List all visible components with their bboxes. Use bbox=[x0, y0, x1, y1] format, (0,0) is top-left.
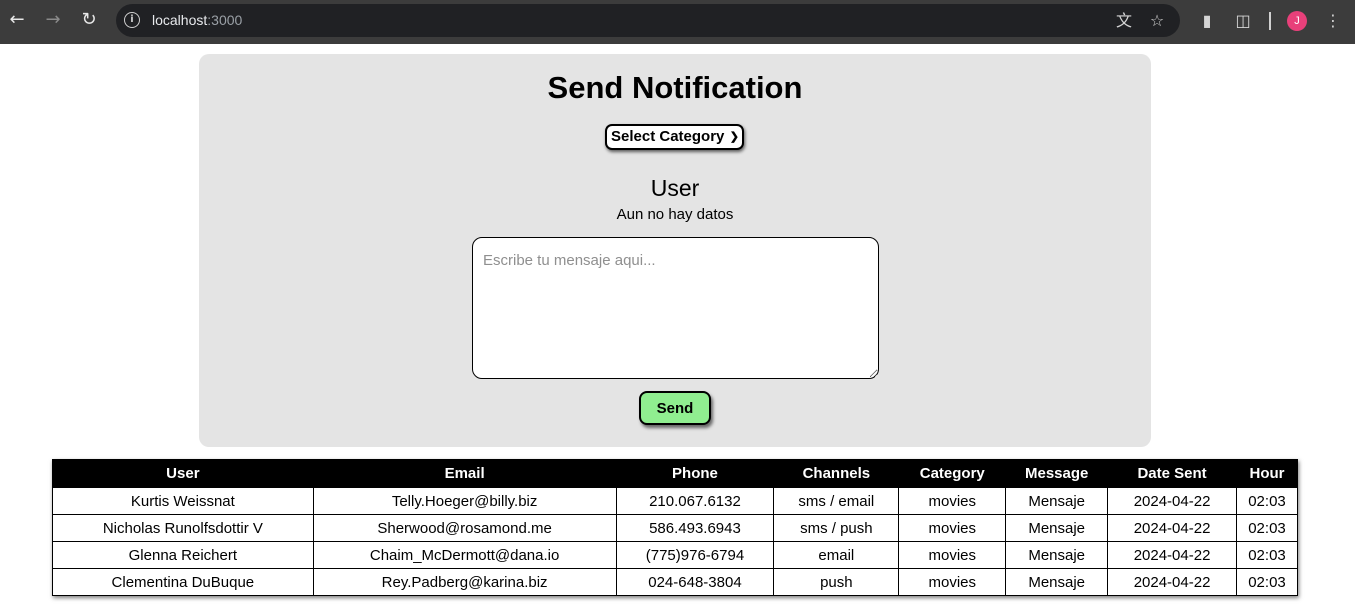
cell-user: Clementina DuBuque bbox=[52, 568, 314, 596]
cell-date-sent: 2024-04-22 bbox=[1107, 541, 1237, 569]
cell-category: movies bbox=[898, 541, 1007, 569]
translate-icon[interactable]: 文 bbox=[1114, 11, 1134, 31]
cell-message: Mensaje bbox=[1005, 541, 1109, 569]
table-row: Nicholas Runolfsdottir V Sherwood@rosamo… bbox=[52, 514, 1299, 542]
category-select[interactable]: Select Category ❯ bbox=[605, 124, 744, 150]
cell-channels: push bbox=[773, 568, 900, 596]
cell-message: Mensaje bbox=[1005, 487, 1109, 515]
table-header-row: User Email Phone Channels Category Messa… bbox=[52, 459, 1299, 488]
chevron-down-icon: ❯ bbox=[729, 131, 739, 143]
cell-email: Chaim_McDermott@dana.io bbox=[312, 541, 617, 569]
forward-icon[interactable]: → bbox=[41, 8, 65, 32]
reading-mode-icon[interactable]: ▮ bbox=[1196, 10, 1218, 32]
cell-category: movies bbox=[898, 568, 1007, 596]
cell-hour: 02:03 bbox=[1235, 568, 1299, 596]
site-info-icon[interactable]: i bbox=[124, 12, 140, 28]
column-header-date-sent: Date Sent bbox=[1107, 459, 1237, 488]
back-icon[interactable]: ← bbox=[5, 8, 29, 32]
bookmark-star-icon[interactable]: ☆ bbox=[1147, 11, 1167, 31]
cell-email: Telly.Hoeger@billy.biz bbox=[312, 487, 617, 515]
send-button[interactable]: Send bbox=[639, 391, 711, 425]
url-text[interactable]: localhost:3000 bbox=[152, 12, 242, 28]
cell-phone: 210.067.6132 bbox=[615, 487, 775, 515]
column-header-user: User bbox=[52, 459, 314, 488]
cell-user: Glenna Reichert bbox=[52, 541, 314, 569]
notifications-table: User Email Phone Channels Category Messa… bbox=[52, 459, 1299, 596]
toolbar-divider bbox=[1269, 12, 1271, 30]
page-title: Send Notification bbox=[547, 70, 803, 105]
table-row: Kurtis Weissnat Telly.Hoeger@billy.biz 2… bbox=[52, 487, 1299, 515]
notification-panel: Send Notification Select Category ❯ User… bbox=[199, 54, 1151, 447]
category-select-label: Select Category bbox=[611, 128, 725, 145]
column-header-phone: Phone bbox=[615, 459, 775, 488]
column-header-category: Category bbox=[898, 459, 1007, 488]
no-data-text: Aun no hay datos bbox=[616, 206, 734, 223]
cell-user: Nicholas Runolfsdottir V bbox=[52, 514, 314, 542]
reload-icon[interactable]: ↻ bbox=[77, 8, 101, 32]
message-textarea[interactable] bbox=[472, 237, 879, 379]
menu-kebab-icon[interactable]: ⋮ bbox=[1322, 10, 1344, 32]
column-header-email: Email bbox=[312, 459, 617, 488]
cell-phone: 024-648-3804 bbox=[615, 568, 775, 596]
cell-category: movies bbox=[898, 514, 1007, 542]
column-header-channels: Channels bbox=[773, 459, 900, 488]
cell-email: Sherwood@rosamond.me bbox=[312, 514, 617, 542]
cell-hour: 02:03 bbox=[1235, 514, 1299, 542]
cell-hour: 02:03 bbox=[1235, 541, 1299, 569]
column-header-message: Message bbox=[1005, 459, 1109, 488]
cell-channels: sms / email bbox=[773, 487, 900, 515]
cell-phone: 586.493.6943 bbox=[615, 514, 775, 542]
cell-message: Mensaje bbox=[1005, 568, 1109, 596]
cell-email: Rey.Padberg@karina.biz bbox=[312, 568, 617, 596]
cell-date-sent: 2024-04-22 bbox=[1107, 487, 1237, 515]
cell-message: Mensaje bbox=[1005, 514, 1109, 542]
cell-date-sent: 2024-04-22 bbox=[1107, 568, 1237, 596]
cell-user: Kurtis Weissnat bbox=[52, 487, 314, 515]
profile-avatar[interactable]: J bbox=[1287, 11, 1307, 31]
cell-category: movies bbox=[898, 487, 1007, 515]
table-row: Clementina DuBuque Rey.Padberg@karina.bi… bbox=[52, 568, 1299, 596]
extensions-icon[interactable]: ◫ bbox=[1232, 10, 1254, 32]
cell-hour: 02:03 bbox=[1235, 487, 1299, 515]
table-row: Glenna Reichert Chaim_McDermott@dana.io … bbox=[52, 541, 1299, 569]
user-heading: User bbox=[650, 175, 700, 201]
cell-channels: email bbox=[773, 541, 900, 569]
browser-toolbar: ← → ↻ i localhost:3000 文 ☆ ▮ ◫ J ⋮ bbox=[0, 0, 1355, 44]
cell-date-sent: 2024-04-22 bbox=[1107, 514, 1237, 542]
address-bar[interactable]: i localhost:3000 文 ☆ bbox=[116, 4, 1180, 37]
column-header-hour: Hour bbox=[1235, 459, 1299, 488]
cell-phone: (775)976-6794 bbox=[615, 541, 775, 569]
cell-channels: sms / push bbox=[773, 514, 900, 542]
